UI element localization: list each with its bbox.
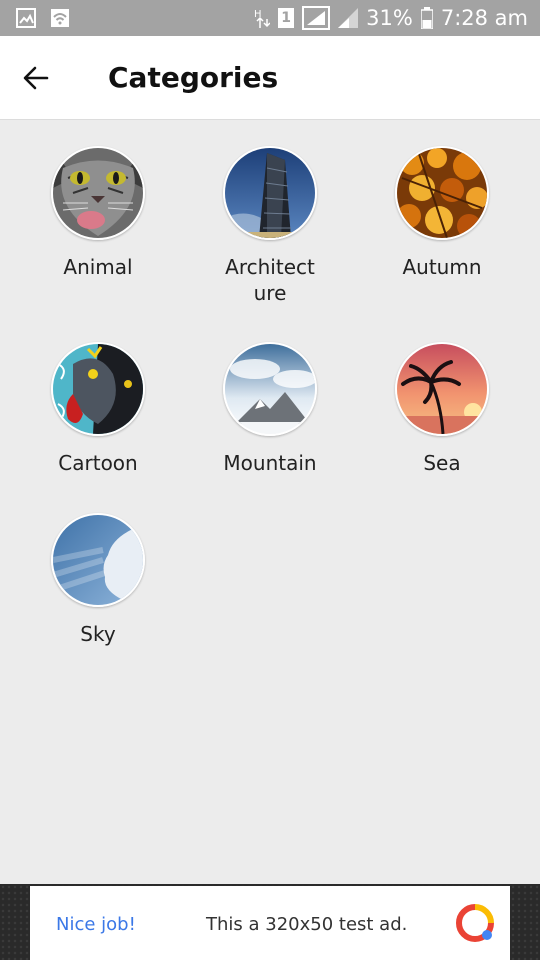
mountain-thumbnail <box>223 342 317 436</box>
category-label: Cartoon <box>58 451 138 475</box>
wifi-notification-icon <box>51 9 69 27</box>
category-sea[interactable]: Sea <box>356 342 528 476</box>
signal-strength-icon <box>302 6 331 30</box>
category-sky[interactable]: Sky <box>12 513 184 647</box>
status-bar: H 1 31% 7:28 am <box>0 0 540 36</box>
battery-percentage: 31% <box>366 6 413 30</box>
ad-link[interactable]: Nice job! <box>56 914 136 935</box>
autumn-thumbnail <box>395 146 489 240</box>
category-label: Mountain <box>223 451 317 475</box>
cartoon-thumbnail <box>51 342 145 436</box>
category-label: Autumn <box>402 255 482 279</box>
sea-thumbnail <box>395 342 489 436</box>
category-architecture[interactable]: Architect ure <box>184 146 356 306</box>
architecture-thumbnail <box>223 146 317 240</box>
animal-thumbnail <box>51 146 145 240</box>
category-cartoon[interactable]: Cartoon <box>12 342 184 476</box>
category-label: Architect ure <box>225 255 315 305</box>
signal-strength-2-icon <box>338 8 359 28</box>
sim-slot-badge: 1 <box>278 8 295 28</box>
category-label: Animal <box>63 255 133 279</box>
category-label: Sea <box>423 451 461 475</box>
back-button[interactable] <box>14 56 58 100</box>
category-animal[interactable]: Animal <box>12 146 184 280</box>
ad-banner-area: Nice job! This a 320x50 test ad. <box>0 884 540 960</box>
page-title: Categories <box>108 61 279 94</box>
back-arrow-icon <box>23 66 49 90</box>
category-autumn[interactable]: Autumn <box>356 146 528 280</box>
sky-thumbnail <box>51 513 145 607</box>
battery-icon <box>420 7 433 29</box>
ad-logo-icon <box>456 904 494 942</box>
clock: 7:28 am <box>440 6 528 30</box>
app-bar: Categories <box>0 36 540 120</box>
test-ad-banner[interactable]: Nice job! This a 320x50 test ad. <box>30 886 510 960</box>
category-label: Sky <box>80 622 116 646</box>
gallery-notification-icon <box>16 8 36 28</box>
data-transfer-icon: H <box>254 9 271 28</box>
category-mountain[interactable]: Mountain <box>184 342 356 476</box>
ad-message: This a 320x50 test ad. <box>206 914 408 935</box>
